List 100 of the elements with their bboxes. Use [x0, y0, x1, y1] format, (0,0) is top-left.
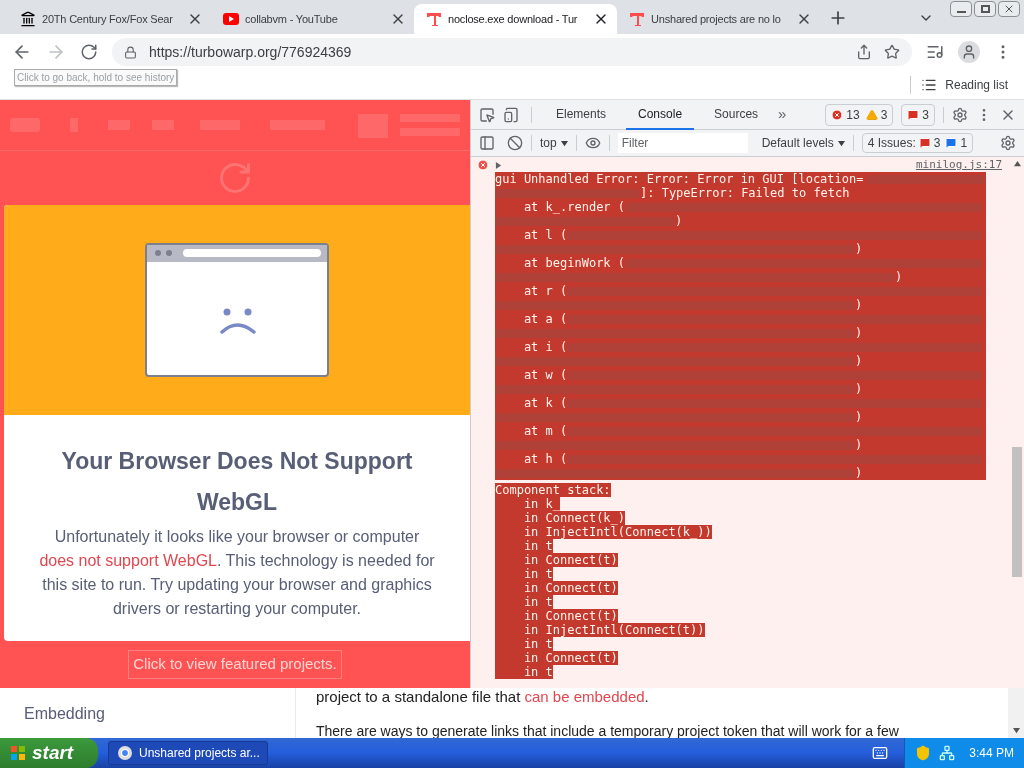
closing-paren: ) [895, 270, 903, 284]
play-icon [223, 13, 239, 25]
tab-title: collabvm - YouTube [245, 11, 339, 27]
restore-icon [980, 5, 990, 13]
closing-paren: ) [855, 438, 863, 452]
scroll-up-icon[interactable] [1013, 160, 1021, 167]
windows-logo-icon [10, 745, 26, 761]
minimize-icon [956, 11, 966, 13]
close-icon [1003, 3, 1015, 15]
caret-icon[interactable] [560, 139, 568, 147]
stack-frame: at m ( [495, 424, 568, 438]
paragraph: There are ways to generate links that include a temporary project token that will work for a few [316, 722, 900, 738]
caret-icon[interactable] [837, 139, 845, 147]
settings-icon[interactable] [952, 106, 968, 123]
more-tabs-button[interactable]: » [778, 103, 787, 126]
closing-paren: ) [855, 466, 863, 480]
share-icon[interactable] [856, 44, 872, 60]
stack-frame: at beginWork ( [495, 256, 626, 270]
error-counter[interactable]: 13 3 [825, 103, 894, 126]
device-icon[interactable] [503, 106, 519, 123]
reading-list-button[interactable]: Reading list [910, 75, 1008, 94]
webgl-link[interactable]: does not support WebGL [39, 552, 217, 569]
error-icon [831, 108, 844, 121]
context-label: top [540, 135, 557, 152]
issue-icon [907, 108, 920, 121]
url-text: https://turbowarp.org/776924369 [149, 42, 353, 62]
browser-tab[interactable]: Unshared projects are no lo [617, 4, 820, 34]
network-icon[interactable] [939, 745, 956, 761]
close-button[interactable] [998, 1, 1020, 17]
stack-frame: at k_.render ( [495, 200, 626, 214]
building-icon [20, 11, 36, 27]
browser-tab[interactable]: collabvm - YouTube [211, 4, 414, 34]
stack-frame: at w ( [495, 368, 568, 382]
issue-icon [918, 137, 931, 149]
inspect-icon[interactable] [479, 106, 495, 123]
closing-paren: ) [855, 326, 863, 340]
context-dropdown[interactable]: top [540, 134, 568, 152]
error-icon [477, 159, 489, 171]
console-text: ]: TypeError: Failed to fetch [640, 186, 850, 200]
issue-info-count: 1 [960, 135, 968, 152]
warning-count: 3 [880, 106, 888, 124]
start-button[interactable]: start [0, 738, 98, 768]
reload-icon[interactable] [80, 43, 98, 61]
scroll-down-icon[interactable] [1012, 727, 1020, 734]
profile-avatar[interactable] [958, 41, 980, 63]
tab-title: 20Th Century Fox/Fox Sear [42, 11, 174, 27]
filter-field[interactable]: Filter [617, 133, 748, 153]
issues-button[interactable]: 4 Issues: 3 1 [861, 133, 974, 153]
stack-frame: at k ( [495, 396, 568, 410]
browser-tab[interactable]: 20Th Century Fox/Fox Sear [8, 4, 211, 34]
embed-link[interactable]: can be embedded [524, 688, 645, 705]
browser-tab[interactable]: noclose.exe download - Tur [414, 4, 617, 34]
restore-button[interactable] [974, 1, 996, 17]
logo-icon [426, 11, 442, 27]
issues-counter[interactable]: 3 [901, 103, 935, 126]
scrollbar-thumb[interactable] [1012, 447, 1022, 577]
stack-title: Component stack: [495, 483, 611, 497]
closing-paren: ) [675, 214, 683, 228]
warning-icon [865, 108, 878, 121]
tab-title: noclose.exe download - Tur [448, 11, 579, 27]
bookmark-star-icon[interactable] [884, 44, 900, 60]
keyboard-icon[interactable] [872, 745, 889, 761]
error-count: 13 [846, 106, 860, 124]
loading-icon [217, 160, 253, 196]
sidebar-item[interactable]: Embedding [24, 705, 105, 722]
closing-paren: ) [855, 242, 863, 256]
closing-paren: ) [855, 298, 863, 312]
sidebar-toggle-icon[interactable] [479, 135, 495, 151]
browser-icon [117, 745, 133, 761]
settings-icon[interactable] [1000, 135, 1016, 151]
source-link[interactable]: minilog.js:17 [915, 157, 1002, 174]
media-icon[interactable] [926, 43, 944, 61]
lock-icon [124, 45, 137, 59]
issue-error-count: 3 [933, 135, 941, 152]
expand-arrow-icon[interactable] [495, 161, 502, 169]
minimize-button[interactable] [950, 1, 972, 17]
reading-list-label: Reading list [945, 76, 1008, 94]
clear-console-icon[interactable] [507, 135, 523, 151]
stack-frame: at r ( [495, 284, 568, 298]
devtools-tab[interactable]: Elements [544, 99, 619, 130]
devtools-tab[interactable]: Sources [702, 99, 771, 130]
stack-frame: at h ( [495, 452, 568, 466]
error-heading: Your Browser Does Not Support WebGL [60, 447, 414, 517]
paragraph: project to a standalone file that can be embedded. [316, 688, 650, 706]
tooltip: Click to go back, hold to see history [14, 69, 178, 86]
issues-label: 4 Issues: [867, 135, 916, 152]
logo-icon [629, 11, 645, 27]
closing-paren: ) [855, 354, 863, 368]
error-message: Unfortunately it looks like your browser or computer does not support WebGL. This technology is needed for this site to run. Try updating your browser and graphics drivers or restarting your computer. [38, 527, 436, 619]
closing-paren: ) [855, 382, 863, 396]
levels-dropdown[interactable]: Default levels [761, 134, 845, 152]
info-icon [945, 137, 958, 149]
taskbar-button[interactable]: Unshared projects ar... [108, 741, 268, 765]
closing-paren: ) [855, 410, 863, 424]
address-bar[interactable]: https://turbowarp.org/776924369 [112, 38, 912, 66]
stack-frame: at i ( [495, 340, 568, 354]
tab-title: Unshared projects are no lo [651, 11, 782, 27]
issue-count: 3 [922, 106, 929, 124]
clock: 3:44 PM [969, 745, 1014, 762]
eye-icon[interactable] [584, 135, 601, 151]
